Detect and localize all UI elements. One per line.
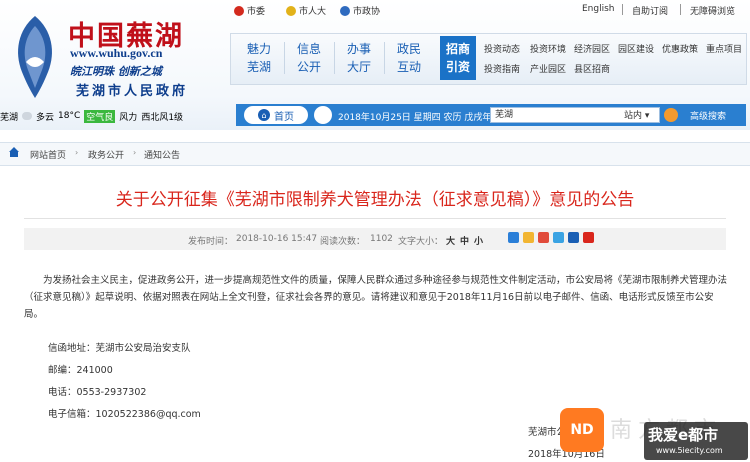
toplink-municipal-committee[interactable]: 市委 <box>234 4 265 17</box>
divider <box>680 4 681 15</box>
watermark-badge-url: www.5iecity.com <box>656 446 723 455</box>
font-size-medium[interactable]: 中 <box>460 234 469 247</box>
share-weibo-icon[interactable] <box>538 232 549 243</box>
subnav-investment-news[interactable]: 投资动态 <box>484 42 520 55</box>
publish-time: 2018-10-16 15:47 <box>236 234 318 244</box>
weather-widget: 芜湖 多云 18°C 空气良 风力 西北风1级 <box>0 109 184 123</box>
divider <box>622 4 623 15</box>
views-label: 阅读次数： <box>320 237 366 247</box>
breadcrumb-notices[interactable]: 通知公告 <box>144 148 180 161</box>
subnav-industrial-parks[interactable]: 产业园区 <box>530 62 566 75</box>
subnav-investment-guide[interactable]: 投资指南 <box>484 62 520 75</box>
share-tencent-icon[interactable] <box>553 232 564 243</box>
article-title: 关于公开征集《芜湖市限制养犬管理办法（征求意见稿）》意见的公告 <box>115 190 635 210</box>
search-scope-select[interactable]: 站内 ▾ <box>624 108 649 121</box>
air-quality-badge: 空气良 <box>84 109 116 123</box>
watermark-badge-title: 我爱e都市 <box>648 426 719 444</box>
postcode: 邮编：241000 <box>48 365 113 376</box>
cppcc-emblem-icon <box>340 5 350 16</box>
nav-divider <box>384 42 385 74</box>
nav-investment[interactable]: 招商 引资 <box>440 36 476 80</box>
site-url: www.wuhu.gov.cn <box>70 46 163 60</box>
breadcrumb-gov-affairs[interactable]: 政务公开 <box>88 148 124 161</box>
divider <box>24 218 726 219</box>
home-icon <box>8 146 20 158</box>
publish-time-label: 发布时间： <box>188 237 234 247</box>
breadcrumb-home[interactable]: 网站首页 <box>30 148 66 161</box>
subnav-park-construction[interactable]: 园区建设 <box>618 42 654 55</box>
share-renren-icon[interactable] <box>568 232 579 243</box>
article-body: 为发扬社会主义民主，促进政务公开，进一步提高规范性文件的质量，保障人民群众通过多… <box>24 275 728 320</box>
nav-interaction[interactable]: 政民 互动 <box>386 40 432 76</box>
toplink-cppcc[interactable]: 市政协 <box>340 4 380 17</box>
subnav-key-projects[interactable]: 重点项目 <box>706 42 742 55</box>
font-size-label: 文字大小： <box>398 237 444 247</box>
city-emblem-icon <box>8 12 62 102</box>
english-link[interactable]: English <box>582 4 615 14</box>
share-other-icon[interactable] <box>583 232 594 243</box>
share-qzone-icon[interactable] <box>523 232 534 243</box>
email-address: 电子信箱：1020522386@qq.com <box>48 409 201 420</box>
subnav-county-investment[interactable]: 县区招商 <box>574 62 610 75</box>
font-size-large[interactable]: 大 <box>446 234 455 247</box>
subnav-investment-environment[interactable]: 投资环境 <box>530 42 566 55</box>
advanced-search-link[interactable]: 高级搜索 <box>690 109 726 122</box>
share-plus-icon[interactable] <box>508 232 519 243</box>
subnav-economic-parks[interactable]: 经济园区 <box>574 42 610 55</box>
phone-number: 电话：0553-2937302 <box>48 387 147 398</box>
breadcrumb-separator: › <box>133 148 137 157</box>
subnav-preferential-policy[interactable]: 优惠政策 <box>662 42 698 55</box>
national-emblem-icon <box>286 5 296 16</box>
date-display: 2018年10月25日 星期四 农历 戊戌年 <box>338 113 492 123</box>
site-slogan: 皖江明珠 创新之城 <box>70 65 162 78</box>
accessibility-link[interactable]: 无障碍浏览 <box>690 4 735 17</box>
secondary-home-icon[interactable] <box>314 106 332 124</box>
nav-service-hall[interactable]: 办事 大厅 <box>336 40 382 76</box>
subscribe-link[interactable]: 自助订阅 <box>632 4 668 17</box>
site-government-name: 芜湖市人民政府 <box>76 84 189 99</box>
cloud-icon <box>22 112 33 120</box>
home-icon: ⌂ <box>258 109 270 121</box>
nav-divider <box>284 42 285 74</box>
home-button[interactable]: ⌂ 首页 <box>244 106 308 124</box>
watermark-logo: ND <box>560 408 604 452</box>
search-icon[interactable] <box>664 108 678 122</box>
font-size-small[interactable]: 小 <box>474 234 483 247</box>
breadcrumb-separator: › <box>75 148 79 157</box>
letter-address: 信函地址：芜湖市公安局治安支队 <box>48 343 191 354</box>
nav-info-public[interactable]: 信息 公开 <box>286 40 332 76</box>
nav-divider <box>334 42 335 74</box>
party-emblem-icon <box>234 5 244 16</box>
nav-charm-wuhu[interactable]: 魅力 芜湖 <box>236 40 282 76</box>
views-count: 1102 <box>370 234 393 244</box>
toplink-npc[interactable]: 市人大 <box>286 4 326 17</box>
